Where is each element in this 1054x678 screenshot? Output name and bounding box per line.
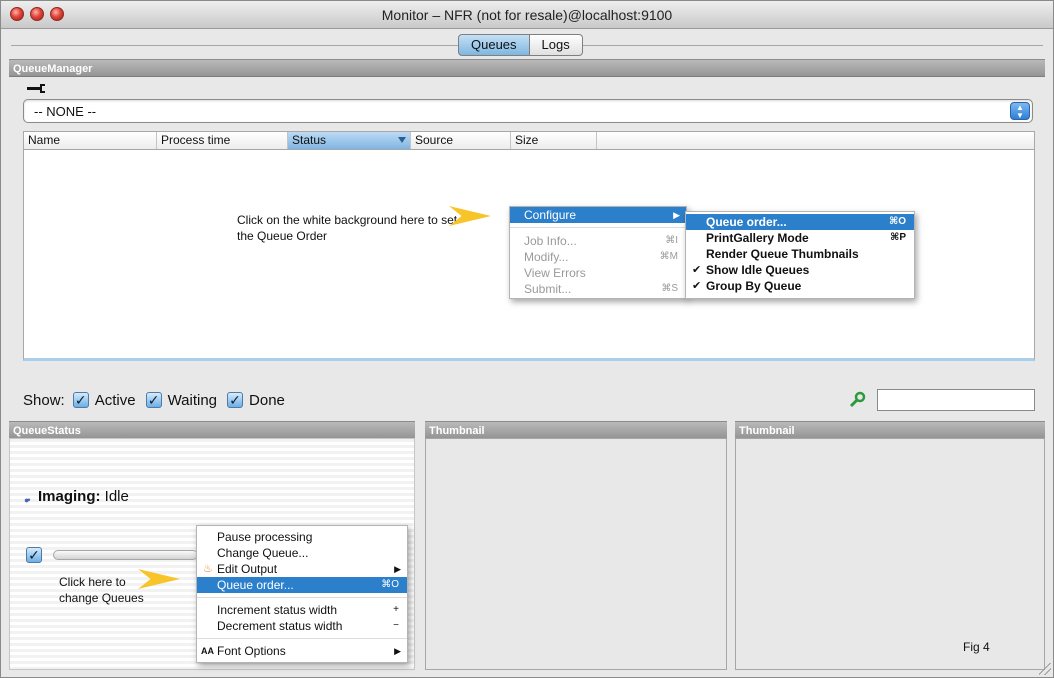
thumbnail-panel-2: [735, 438, 1045, 670]
menu-shortcut: ⌘M: [659, 251, 678, 262]
menu-shortcut: ⌘I: [665, 235, 678, 246]
menu-item-group-by-queue[interactable]: ✔ Group By Queue: [686, 278, 914, 294]
magnifier-icon: [849, 391, 866, 408]
table-context-menu: Configure ▶ Job Info... ⌘I Modify... ⌘M …: [509, 206, 687, 299]
wrench-icon[interactable]: [26, 83, 48, 95]
menu-shortcut: ⌘S: [661, 283, 678, 294]
menu-item-modify-label: Modify...: [524, 250, 569, 264]
menu-separator: [197, 597, 407, 598]
menu-item-render-thumbnails-label: Render Queue Thumbnails: [706, 247, 859, 261]
menu-shortcut: ⌘O: [888, 216, 906, 227]
configure-submenu: Queue order... ⌘O PrintGallery Mode ⌘P R…: [685, 211, 915, 299]
menu-item-configure[interactable]: Configure ▶: [510, 207, 686, 223]
active-label: Active: [94, 391, 136, 409]
tab-queues[interactable]: Queues: [458, 34, 530, 56]
column-size[interactable]: Size: [511, 132, 597, 149]
table-header: Name Process time Status Source Size: [24, 132, 1034, 150]
menu-item-edit-output-label: Edit Output: [217, 562, 278, 576]
tab-bar: Queues Logs: [458, 34, 583, 56]
thumbnail-header-2: Thumbnail: [735, 421, 1045, 439]
title-bar: Monitor – NFR (not for resale)@localhost…: [1, 1, 1053, 29]
chevron-right-icon: ▶: [673, 210, 680, 220]
search-input[interactable]: [877, 389, 1035, 411]
monitor-window: Monitor – NFR (not for resale)@localhost…: [0, 0, 1054, 678]
menu-shortcut: ⌘P: [890, 232, 906, 243]
menu-item-submit-label: Submit...: [524, 282, 572, 296]
menu-item-view-errors[interactable]: View Errors: [510, 265, 686, 281]
queue-selector-value: -- NONE --: [34, 104, 97, 119]
figure-label: Fig 4: [963, 640, 990, 654]
menu-item-show-idle-label: Show Idle Queues: [706, 263, 810, 277]
queue-state: Idle: [104, 488, 129, 505]
menu-separator: [510, 227, 686, 228]
menu-shortcut: −: [393, 620, 399, 631]
menu-item-decrement-width[interactable]: Decrement status width −: [197, 618, 407, 634]
flame-icon: ♨: [203, 563, 213, 575]
menu-item-increment-label: Increment status width: [217, 603, 338, 617]
menu-item-increment-width[interactable]: Increment status width +: [197, 602, 407, 618]
menu-item-font-options[interactable]: AA Font Options ▶: [197, 643, 407, 659]
callout-queue-order: Click on the white background here to se…: [237, 213, 458, 243]
queue-status-header: QueueStatus: [9, 421, 415, 439]
active-checkbox[interactable]: ✓: [72, 392, 89, 408]
menu-shortcut: ⌘O: [381, 579, 399, 590]
column-status[interactable]: Status: [288, 132, 411, 149]
queue-selector[interactable]: -- NONE -- ▲ ▼: [23, 99, 1033, 123]
column-process-time[interactable]: Process time: [157, 132, 288, 149]
menu-item-view-errors-label: View Errors: [524, 266, 586, 280]
sort-descending-icon: [398, 137, 406, 143]
queue-progress-track: [53, 550, 198, 560]
menu-shortcut: +: [393, 604, 399, 615]
queue-manager-header: QueueManager: [9, 59, 1045, 77]
thumbnail-panel-1: [425, 438, 727, 670]
callout-change-queues: Click here to change Queues: [59, 575, 144, 605]
menu-item-pause-processing[interactable]: Pause processing: [197, 529, 407, 545]
checkmark-icon: ✔: [692, 264, 702, 276]
menu-item-printgallery-mode[interactable]: PrintGallery Mode ⌘P: [686, 230, 914, 246]
chevron-right-icon: ▶: [394, 646, 401, 656]
waiting-label: Waiting: [167, 391, 218, 409]
column-status-label: Status: [292, 133, 327, 147]
font-icon: AA: [201, 646, 214, 656]
window-title: Monitor – NFR (not for resale)@localhost…: [381, 7, 673, 23]
menu-item-printgallery-label: PrintGallery Mode: [706, 231, 809, 245]
menu-item-queue-order-label: Queue order...: [217, 578, 294, 592]
queue-context-menu: Pause processing Change Queue... ♨ Edit …: [196, 525, 408, 663]
menu-item-submit[interactable]: Submit... ⌘S: [510, 281, 686, 297]
done-label: Done: [249, 391, 285, 409]
thumbnail-header-1: Thumbnail: [425, 421, 727, 439]
menu-separator: [197, 638, 407, 639]
queue-enable-checkbox[interactable]: ✓: [26, 547, 42, 563]
column-source[interactable]: Source: [411, 132, 511, 149]
status-dots-icon: ●•: [24, 495, 30, 505]
menu-item-font-options-label: Font Options: [217, 644, 286, 658]
menu-item-change-queue[interactable]: Change Queue...: [197, 545, 407, 561]
checkmark-icon: ✔: [692, 280, 702, 292]
menu-item-job-info[interactable]: Job Info... ⌘I: [510, 233, 686, 249]
menu-item-edit-output[interactable]: ♨ Edit Output ▶: [197, 561, 407, 577]
menu-item-job-info-label: Job Info...: [524, 234, 577, 248]
show-label: Show:: [23, 391, 65, 409]
menu-item-show-idle-queues[interactable]: ✔ Show Idle Queues: [686, 262, 914, 278]
menu-item-queue-order[interactable]: Queue order... ⌘O: [197, 577, 407, 593]
menu-item-group-by-queue-label: Group By Queue: [706, 279, 802, 293]
menu-item-decrement-label: Decrement status width: [217, 619, 343, 633]
show-filter-bar: Show: ✓ Active ✓ Waiting ✓ Done: [23, 388, 295, 412]
chevron-right-icon: ▶: [394, 564, 401, 574]
waiting-checkbox[interactable]: ✓: [145, 392, 162, 408]
menu-item-modify[interactable]: Modify... ⌘M: [510, 249, 686, 265]
tab-logs[interactable]: Logs: [529, 34, 583, 56]
queue-status-line[interactable]: Imaging: Idle: [38, 488, 129, 505]
column-name[interactable]: Name: [24, 132, 157, 149]
queue-name: Imaging:: [38, 488, 101, 505]
resize-handle-icon[interactable]: [1039, 663, 1051, 675]
updown-arrows-icon[interactable]: ▲ ▼: [1010, 102, 1030, 120]
menu-item-configure-label: Configure: [524, 208, 577, 222]
menu-item-queue-order[interactable]: Queue order... ⌘O: [686, 214, 914, 230]
menu-item-render-thumbnails[interactable]: Render Queue Thumbnails: [686, 246, 914, 262]
menu-item-queue-order-label: Queue order...: [706, 215, 787, 229]
done-checkbox[interactable]: ✓: [227, 392, 244, 408]
